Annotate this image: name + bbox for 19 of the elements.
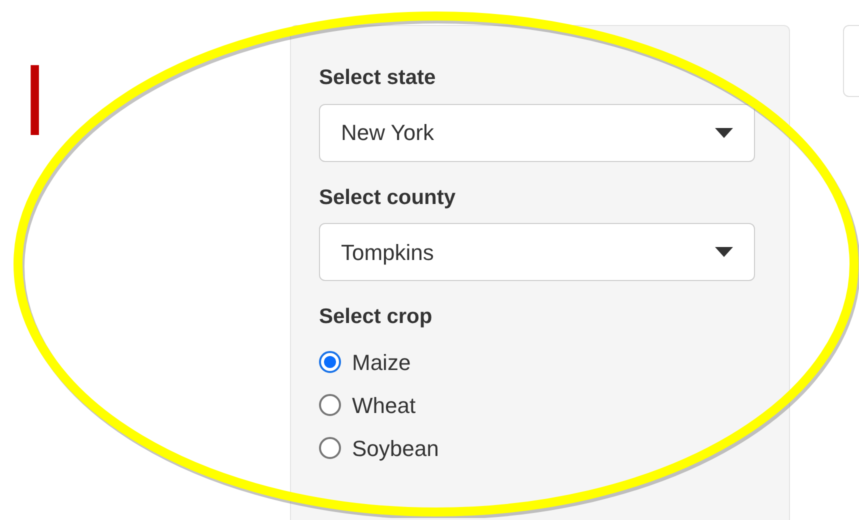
field-label: Select crop: [319, 304, 434, 330]
radio-label: Soybean: [352, 434, 439, 463]
radio-option[interactable]: Wheat: [319, 384, 755, 426]
select-value: New York: [341, 119, 434, 147]
field-label: Select county: [319, 184, 457, 210]
radio-option[interactable]: Soybean: [319, 426, 755, 470]
radio-button[interactable]: [319, 351, 341, 373]
radio-option[interactable]: Maize: [319, 340, 755, 384]
radio-label: Maize: [352, 348, 411, 376]
caret-icon: [715, 247, 733, 257]
radio-label: Wheat: [352, 392, 416, 420]
select-value: Tompkins: [341, 238, 434, 267]
caret-icon: [715, 128, 733, 138]
slide-title: l: [22, 50, 48, 157]
field-label: Select state: [319, 65, 437, 91]
radio-button[interactable]: [319, 437, 341, 459]
select-field[interactable]: New York: [319, 104, 755, 162]
radio-button[interactable]: [319, 394, 341, 416]
select-field[interactable]: Tompkins: [319, 223, 755, 281]
